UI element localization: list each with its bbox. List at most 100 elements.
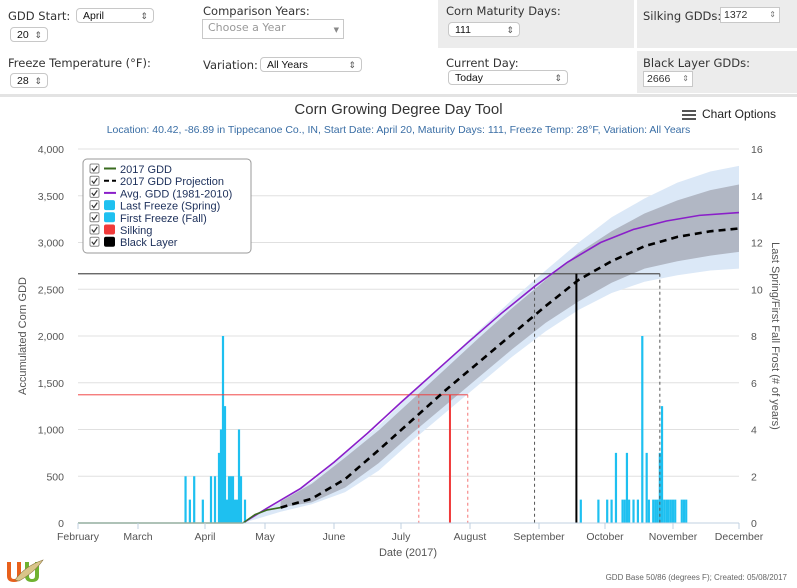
legend-swatch	[104, 200, 115, 211]
band-inner-range	[280, 184, 739, 508]
y2-tick-label: 6	[751, 378, 757, 390]
first-freeze-bar	[652, 499, 655, 523]
first-freeze-bar	[597, 499, 600, 523]
first-freeze-bar	[680, 499, 683, 523]
gdd-chart: 0 500 1,000 1,500 2,000 2,500 3,000 3,500 4,000 0…	[17, 144, 781, 559]
range-bands	[243, 165, 739, 523]
legend-label: First Freeze (Fall)	[120, 213, 207, 225]
y2-tick-label: 8	[751, 331, 757, 343]
footer-note: GDD Base 50/86 (degrees F); Created: 05/…	[605, 573, 787, 582]
last-freeze-bar	[239, 476, 243, 523]
checkbox	[89, 224, 100, 235]
last-freeze-bar	[221, 336, 225, 523]
first-freeze-bar	[623, 499, 626, 523]
last-freeze-bar	[231, 476, 235, 523]
last-freeze-bar	[229, 476, 233, 523]
x-tick-label: October	[586, 531, 624, 543]
checkbox	[89, 212, 100, 223]
legend-label: Silking	[120, 225, 152, 237]
y-tick-label: 1,500	[38, 378, 64, 390]
x-tick-label: April	[194, 531, 215, 543]
last-freeze-bar	[188, 499, 191, 523]
first-freeze-bar	[674, 499, 677, 523]
first-freeze-bar	[660, 406, 664, 523]
y2-tick-label: 12	[751, 238, 763, 250]
last-freeze-bar	[223, 406, 227, 523]
y-axis-label: Accumulated Corn GDD	[17, 277, 29, 395]
x-tick-label: September	[513, 531, 565, 543]
first-freeze-bar	[656, 499, 659, 523]
x-tick-label: July	[392, 531, 411, 543]
first-freeze-bar	[647, 499, 650, 523]
y2-tick-label: 0	[751, 518, 757, 530]
checkbox	[89, 200, 100, 211]
legend-swatch	[104, 224, 115, 235]
x-tick-label: June	[323, 531, 346, 543]
x-tick-label: November	[649, 531, 698, 543]
first-freeze-bar	[671, 499, 675, 523]
legend-label: Avg. GDD (1981-2010)	[120, 188, 232, 200]
checkbox	[89, 175, 100, 186]
legend-label: 2017 GDD	[120, 164, 172, 176]
last-freeze-bar	[233, 499, 237, 523]
first-freeze-bar	[614, 452, 618, 523]
first-freeze-bar	[636, 499, 640, 523]
last-freeze-bar	[225, 499, 229, 523]
legend-label: Last Freeze (Spring)	[120, 201, 220, 213]
checkbox	[89, 236, 100, 247]
first-freeze-bar	[663, 499, 666, 523]
first-freeze-bar	[610, 499, 613, 523]
legend-label: 2017 GDD Projection	[120, 176, 224, 188]
y2-tick-label: 14	[751, 191, 763, 203]
last-freeze-bar	[235, 499, 239, 523]
first-freeze-bar	[667, 499, 670, 523]
first-freeze-bar	[606, 499, 609, 523]
legend-swatch	[104, 236, 115, 247]
first-freeze-bar	[645, 452, 648, 523]
y-tick-label: 2,000	[38, 331, 64, 343]
y2-axis-label: Last Spring/First Fall Frost (# of years…	[769, 242, 781, 430]
first-freeze-bar	[621, 499, 624, 523]
checkbox	[89, 163, 100, 174]
y2-tick-label: 16	[751, 144, 763, 156]
y-tick-label: 3,500	[38, 191, 64, 203]
checkbox	[89, 187, 100, 198]
last-freeze-bar	[193, 476, 196, 523]
y2-tick-label: 2	[751, 471, 757, 483]
y-tick-label: 500	[46, 471, 64, 483]
first-freeze-bar	[641, 336, 644, 523]
first-freeze-bar	[654, 499, 657, 523]
last-freeze-bar	[184, 476, 187, 523]
first-freeze-bar	[669, 499, 672, 523]
last-freeze-bar	[217, 452, 221, 523]
last-freeze-bar	[227, 476, 231, 523]
last-freeze-bar	[213, 476, 217, 523]
chart-legend: 2017 GDD2017 GDD ProjectionAvg. GDD (198…	[82, 158, 252, 254]
first-freeze-bar	[632, 499, 635, 523]
first-freeze-bar	[625, 452, 629, 523]
first-freeze-bar	[628, 499, 631, 523]
last-freeze-bar	[201, 499, 204, 523]
x-tick-label: March	[123, 531, 152, 543]
last-freeze-bar	[219, 429, 223, 523]
legend-swatch	[104, 212, 115, 223]
x-tick-label: August	[454, 531, 487, 543]
first-freeze-bar	[579, 499, 582, 523]
first-freeze-bar	[685, 499, 688, 523]
first-freeze-bar	[665, 499, 668, 523]
y-tick-label: 4,000	[38, 144, 64, 156]
y2-tick-label: 4	[751, 425, 757, 437]
y-tick-label: 0	[58, 518, 64, 530]
y-tick-label: 1,000	[38, 425, 64, 437]
x-axis-label: Date (2017)	[379, 547, 437, 559]
y2-tick-label: 10	[751, 284, 763, 296]
uccc-logo	[7, 559, 44, 582]
y-tick-label: 3,000	[38, 238, 64, 250]
x-tick-label: December	[715, 531, 764, 543]
last-freeze-bar	[237, 429, 241, 523]
last-freeze-bar	[243, 499, 247, 523]
legend-label: Black Layer	[120, 237, 178, 249]
first-freeze-bar	[658, 452, 661, 523]
x-tick-label: February	[57, 531, 100, 543]
last-freeze-bar	[209, 476, 213, 523]
